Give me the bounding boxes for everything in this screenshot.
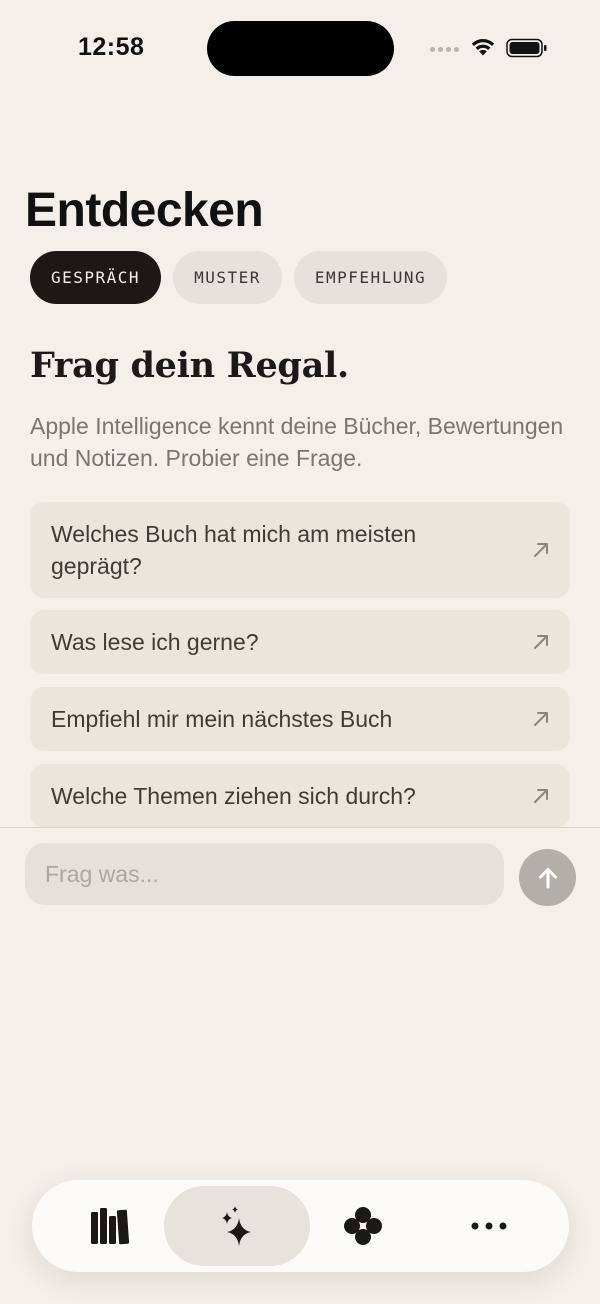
- battery-icon: [506, 38, 547, 58]
- tab-bar-patterns[interactable]: [290, 1186, 436, 1266]
- cellular-signal-icon: [430, 47, 459, 52]
- intro-description: Apple Intelligence kennt deine Bücher, B…: [30, 413, 564, 471]
- dynamic-island: [207, 21, 394, 76]
- divider: [0, 827, 600, 828]
- suggestion-text: Welche Themen ziehen sich durch?: [51, 783, 416, 809]
- more-icon: [471, 1222, 507, 1230]
- suggestion-card[interactable]: Welche Themen ziehen sich durch?: [30, 764, 570, 828]
- tab-empfehlung[interactable]: EMPFEHLUNG: [293, 251, 448, 304]
- tab-bar-discover[interactable]: [164, 1186, 310, 1266]
- tab-bar: [32, 1180, 569, 1272]
- tab-gespraech[interactable]: GESPRÄCH: [30, 251, 162, 304]
- suggestion-text: Welches Buch hat mich am meisten geprägt…: [51, 521, 417, 579]
- status-time: 12:58: [78, 33, 145, 61]
- status-bar: 12:58: [0, 0, 600, 100]
- section-headline: Frag dein Regal.: [30, 345, 349, 386]
- arrow-up-right-icon: [534, 543, 548, 557]
- ask-input[interactable]: [25, 843, 504, 905]
- books-icon: [91, 1208, 130, 1245]
- suggestion-card[interactable]: Was lese ich gerne?: [30, 610, 570, 674]
- suggestion-text: Empfiehl mir mein nächstes Buch: [51, 706, 393, 732]
- arrow-up-right-icon: [534, 712, 548, 726]
- segment-tabs: GESPRÄCH MUSTER EMPFEHLUNG: [30, 251, 448, 304]
- arrow-up-icon: [538, 867, 557, 888]
- suggestion-card[interactable]: Welches Buch hat mich am meisten geprägt…: [30, 502, 570, 598]
- suggestion-card[interactable]: Empfiehl mir mein nächstes Buch: [30, 687, 570, 751]
- tab-bar-library[interactable]: [38, 1186, 184, 1266]
- tab-bar-more[interactable]: [416, 1186, 562, 1266]
- arrow-up-right-icon: [534, 635, 548, 649]
- wifi-icon: [471, 39, 495, 56]
- tab-muster[interactable]: MUSTER: [173, 251, 282, 304]
- page-title: Entdecken: [25, 184, 264, 237]
- clover-icon: [344, 1207, 382, 1245]
- suggestion-text: Was lese ich gerne?: [51, 629, 259, 655]
- send-button[interactable]: [519, 849, 576, 906]
- sparkles-icon: [222, 1206, 251, 1246]
- arrow-up-right-icon: [534, 789, 548, 803]
